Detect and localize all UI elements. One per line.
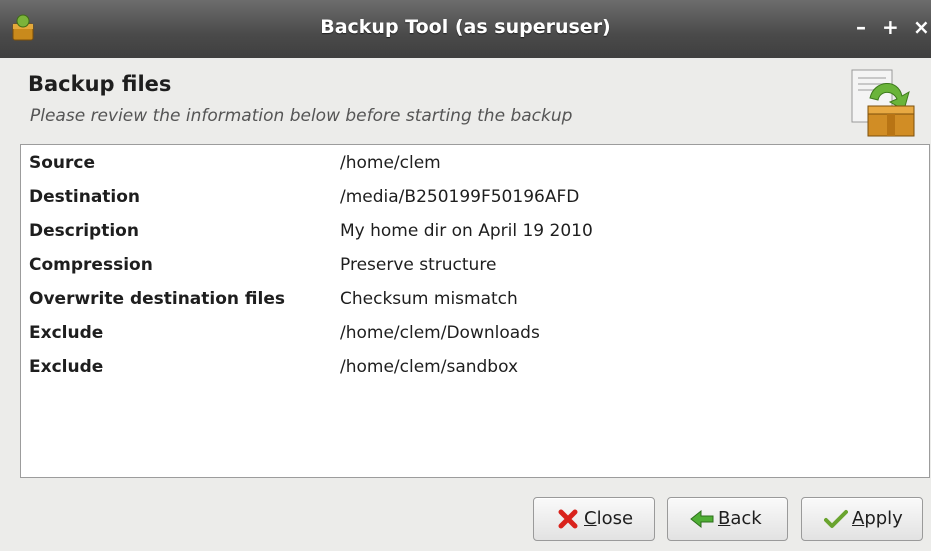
summary-panel: Source /home/clem Destination /media/B25… (20, 144, 930, 478)
detail-value: /home/clem/Downloads (340, 323, 540, 343)
detail-key: Source (29, 153, 96, 173)
detail-key: Destination (29, 187, 141, 207)
red-x-icon (558, 509, 578, 529)
checkmark-icon (824, 510, 848, 528)
page-title: Backup files (28, 72, 172, 96)
title-bar[interactable]: Backup Tool (as superuser) – + × (0, 0, 931, 59)
detail-key: Exclude (29, 323, 104, 343)
detail-value: /home/clem (340, 153, 441, 173)
back-arrow-icon (690, 509, 714, 529)
detail-key: Compression (29, 255, 153, 275)
close-button-label: Close (584, 508, 634, 529)
maximize-button[interactable]: + (882, 16, 899, 38)
close-button[interactable]: Close (533, 497, 655, 541)
back-button-label: Back (718, 508, 762, 529)
back-button[interactable]: Back (667, 497, 788, 541)
detail-value: Preserve structure (340, 255, 497, 275)
backup-box-icon (851, 69, 915, 137)
detail-value: Checksum mismatch (340, 289, 518, 309)
detail-key: Exclude (29, 357, 104, 377)
detail-key: Overwrite destination files (29, 289, 286, 309)
apply-button[interactable]: Apply (801, 497, 923, 541)
close-window-button[interactable]: × (913, 16, 930, 38)
page-header (0, 58, 931, 142)
apply-button-label: Apply (852, 508, 903, 529)
detail-value: /media/B250199F50196AFD (340, 187, 580, 207)
window-title: Backup Tool (as superuser) (320, 16, 611, 38)
detail-value: /home/clem/sandbox (340, 357, 519, 377)
backup-tool-window: Backup Tool (as superuser) – + × Backup … (0, 0, 931, 551)
minimize-button[interactable]: – (856, 16, 866, 38)
page-subtitle: Please review the information below befo… (30, 106, 573, 126)
detail-key: Description (29, 221, 139, 241)
detail-value: My home dir on April 19 2010 (340, 221, 593, 241)
